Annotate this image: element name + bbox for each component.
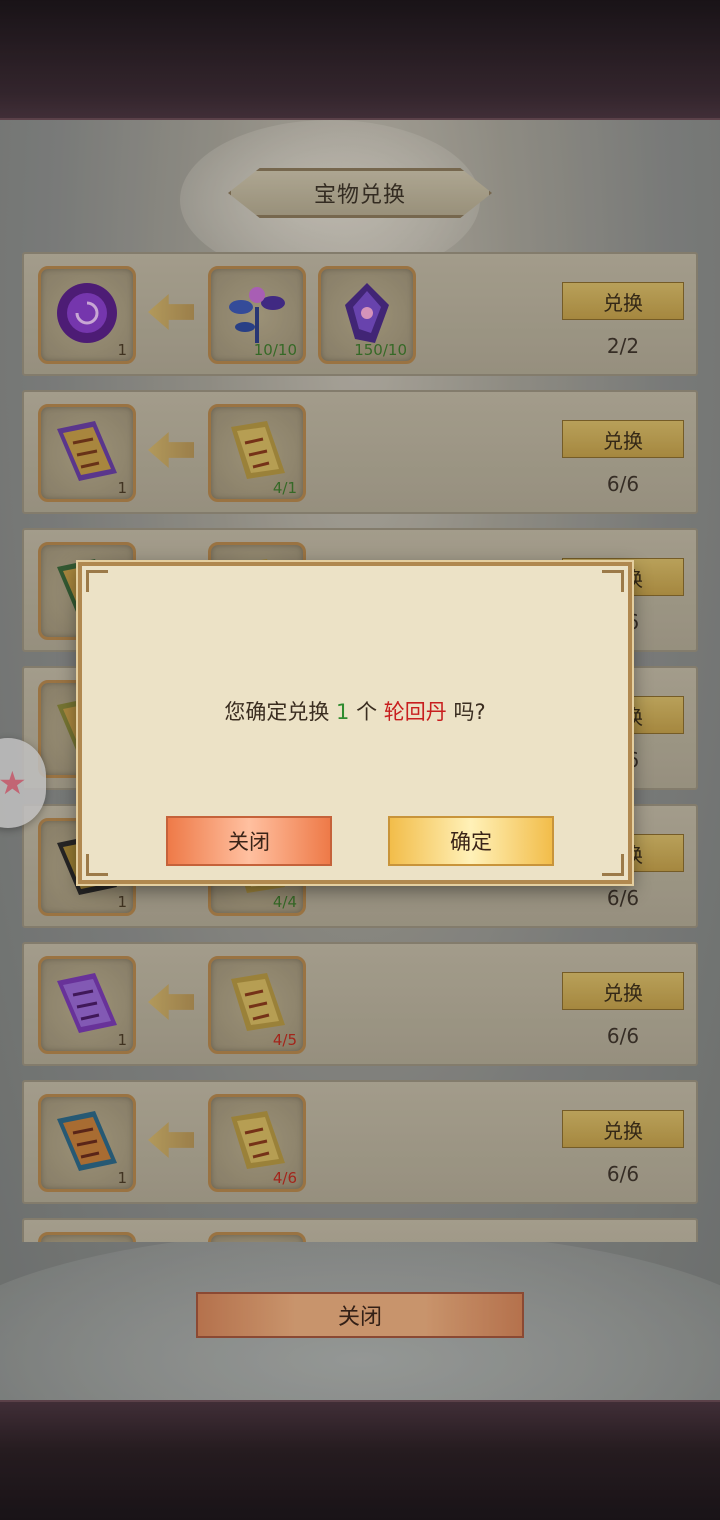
corner-ornament [86,570,108,592]
msg-suffix: 吗? [453,700,486,724]
corner-ornament [86,854,108,876]
msg-item-name: 轮回丹 [383,700,447,724]
confirm-message: 您确定兑换 1 个 轮回丹 吗? [82,696,628,726]
dialog-close-button[interactable]: 关闭 [166,816,332,866]
confirm-dialog: 您确定兑换 1 个 轮回丹 吗? 关闭 确定 [78,562,632,884]
msg-prefix: 您确定兑换 [224,700,330,724]
msg-quantity: 1 [336,700,350,724]
corner-ornament [602,570,624,592]
msg-unit: 个 [356,700,378,724]
dialog-confirm-button[interactable]: 确定 [388,816,554,866]
corner-ornament [602,854,624,876]
